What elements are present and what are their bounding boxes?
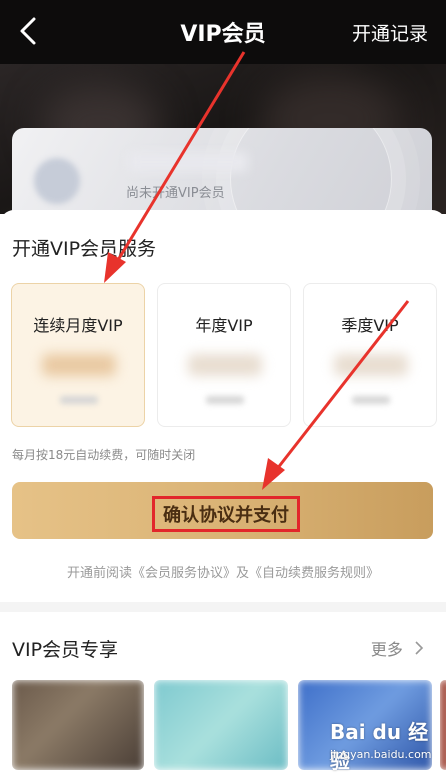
subscription-panel: 开通VIP会员服务 连续月度VIP 年度VIP 季度VIP 每月按18元自动续费… xyxy=(0,210,446,602)
confirm-pay-label: 确认协议并支付 xyxy=(152,496,300,532)
watermark-logo: Bai du 经验 xyxy=(330,720,429,773)
record-link[interactable]: 开通记录 xyxy=(352,19,428,46)
plan-name: 连续月度VIP xyxy=(33,316,123,335)
plan-price-blurred xyxy=(188,354,262,376)
plan-monthly-card[interactable]: 连续月度VIP xyxy=(11,283,145,427)
plan-name: 年度VIP xyxy=(195,316,253,335)
plan-original-price-blurred xyxy=(352,396,390,404)
plan-name: 季度VIP xyxy=(341,316,399,335)
top-bar: VIP会员 开通记录 xyxy=(0,0,446,64)
user-name-blurred xyxy=(128,152,248,172)
exclusive-thumbnail-1[interactable] xyxy=(12,680,144,770)
plan-yearly-card[interactable]: 年度VIP xyxy=(157,283,291,427)
plan-description: 每月按18元自动续费，可随时关闭 xyxy=(12,448,196,462)
chevron-right-icon xyxy=(415,641,424,655)
confirm-pay-button[interactable]: 确认协议并支付 xyxy=(12,482,433,539)
plan-original-price-blurred xyxy=(206,396,244,404)
more-link[interactable]: 更多 xyxy=(371,636,424,660)
section-divider xyxy=(0,602,446,612)
plan-price-blurred xyxy=(334,354,408,376)
watermark-url: jingyan.baidu.com xyxy=(330,748,432,761)
avatar xyxy=(34,158,80,204)
more-label: 更多 xyxy=(370,640,403,659)
plan-quarterly-card[interactable]: 季度VIP xyxy=(303,283,437,427)
exclusive-title: VIP会员专享 xyxy=(12,639,119,661)
member-status: 尚未开通VIP会员 xyxy=(126,186,225,201)
exclusive-thumbnail-2[interactable] xyxy=(154,680,288,770)
plan-original-price-blurred xyxy=(60,396,98,404)
plan-price-blurred xyxy=(42,354,116,376)
section-title: 开通VIP会员服务 xyxy=(12,238,157,260)
baidu-watermark: Bai du 经验 jingyan.baidu.com xyxy=(330,716,444,773)
agreement-text[interactable]: 开通前阅读《会员服务协议》及《自动续费服务规则》 xyxy=(0,562,446,581)
